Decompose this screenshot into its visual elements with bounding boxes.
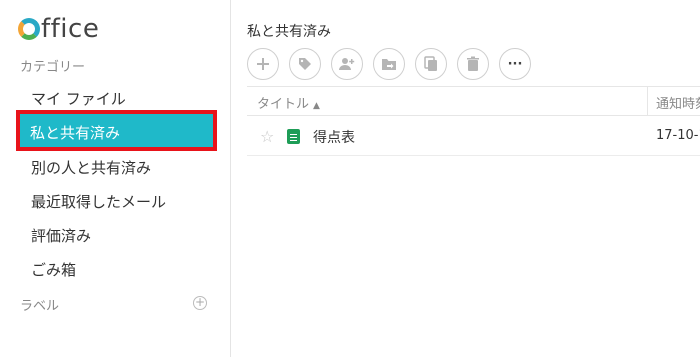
logo-text: ffice	[41, 14, 100, 44]
sidebar-item-rated[interactable]: 評価済み	[31, 225, 91, 246]
logo-o-icon	[18, 18, 40, 40]
trash-icon	[467, 56, 479, 71]
share-button[interactable]	[331, 48, 363, 80]
column-divider	[647, 87, 648, 116]
sidebar-item-recent-mail[interactable]: 最近取得したメール	[31, 191, 166, 212]
main-panel: 私と共有済み ··· タイトル▲ 通知時刻 ☆ 得点	[232, 0, 700, 357]
more-icon: ···	[507, 56, 523, 72]
column-header-title[interactable]: タイトル ▲	[257, 93, 320, 112]
sidebar-item-label: 私と共有済み	[30, 124, 121, 142]
table-row[interactable]: ☆ 得点表 17-10-1	[247, 116, 700, 156]
sort-asc-icon: ▲	[313, 101, 320, 111]
more-button[interactable]: ···	[499, 48, 531, 80]
column-header-notify-time[interactable]: 通知時刻	[656, 93, 700, 112]
sidebar-item-shared-by-others[interactable]: 別の人と共有済み	[31, 157, 151, 178]
tag-icon	[299, 58, 311, 70]
toolbar: ···	[247, 48, 531, 80]
copy-button[interactable]	[415, 48, 447, 80]
category-label: カテゴリー	[20, 60, 86, 75]
page-title: 私と共有済み	[247, 24, 331, 40]
tag-button[interactable]	[289, 48, 321, 80]
table-header: タイトル▲ 通知時刻	[247, 86, 700, 116]
sidebar-item-trash[interactable]: ごみ箱	[31, 259, 76, 280]
office-logo[interactable]: ffice	[18, 14, 99, 44]
sidebar-item-my-files[interactable]: マイ ファイル	[31, 88, 126, 109]
move-folder-icon	[382, 59, 396, 70]
star-icon[interactable]: ☆	[260, 127, 274, 146]
sidebar-item-shared-with-me[interactable]: 私と共有済み	[16, 110, 217, 151]
add-label-icon[interactable]: +	[193, 296, 207, 310]
sidebar: ffice カテゴリー マイ ファイル 私と共有済み 別の人と共有済み 最近取得…	[0, 0, 231, 357]
file-notify-time: 17-10-1	[656, 128, 700, 143]
copy-icon	[424, 56, 437, 71]
spreadsheet-icon	[287, 129, 300, 144]
add-person-icon	[339, 58, 355, 70]
delete-button[interactable]	[457, 48, 489, 80]
labels-section-label: ラベル	[20, 299, 60, 314]
new-button[interactable]	[247, 48, 279, 80]
move-button[interactable]	[373, 48, 405, 80]
plus-icon	[257, 58, 269, 70]
file-name[interactable]: 得点表	[313, 127, 355, 147]
